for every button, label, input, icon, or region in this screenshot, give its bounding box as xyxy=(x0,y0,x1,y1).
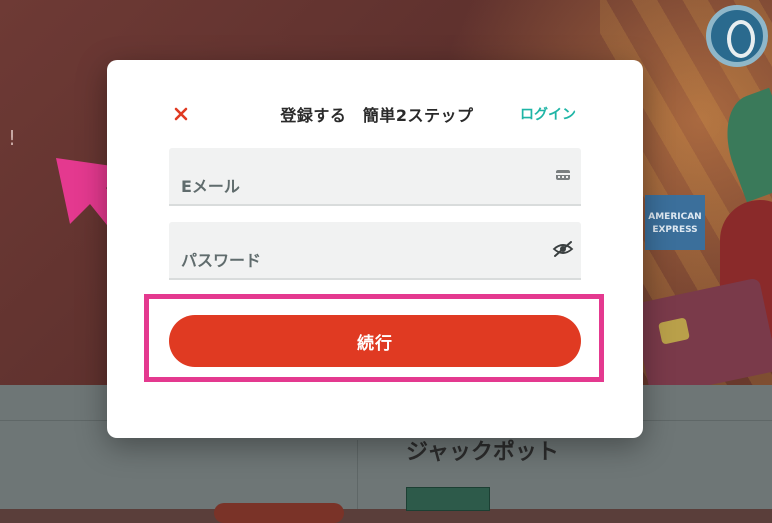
login-link[interactable]: ログイン xyxy=(520,104,576,124)
background-divider-vertical xyxy=(357,440,358,509)
close-button[interactable] xyxy=(171,104,191,124)
card-icon xyxy=(556,170,570,180)
email-field[interactable] xyxy=(169,148,581,206)
email-input[interactable] xyxy=(169,148,581,204)
continue-button[interactable]: 続行 xyxy=(169,315,581,367)
background-exclaim: ! xyxy=(8,126,17,150)
password-field[interactable] xyxy=(169,222,581,280)
game-thumbnail xyxy=(406,487,490,511)
close-icon xyxy=(174,107,188,121)
modal-title: 登録する 簡単2ステップ xyxy=(280,106,474,125)
password-input[interactable] xyxy=(169,222,581,278)
diners-logo xyxy=(706,5,768,67)
eye-off-icon[interactable] xyxy=(551,240,575,258)
signup-modal: 登録する 簡単2ステップ ログイン 続行 xyxy=(107,60,643,438)
background-button xyxy=(214,503,344,523)
amex-logo: AMERICAN EXPRESS xyxy=(645,195,705,250)
jackpot-heading: ジャックポット xyxy=(406,440,559,465)
